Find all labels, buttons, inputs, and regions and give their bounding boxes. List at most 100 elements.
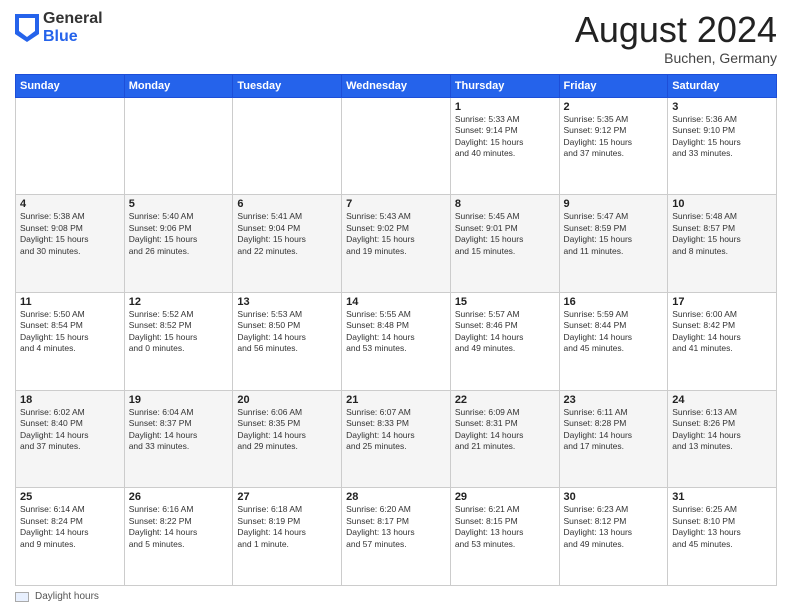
logo-icon [15, 14, 39, 42]
day-number: 5 [129, 198, 229, 210]
day-number: 3 [672, 101, 772, 113]
day-info: Sunrise: 6:04 AM Sunset: 8:37 PM Dayligh… [129, 407, 229, 453]
day-number: 8 [455, 198, 555, 210]
month-title: August 2024 [575, 10, 777, 50]
calendar-cell: 16Sunrise: 5:59 AM Sunset: 8:44 PM Dayli… [559, 292, 668, 390]
day-info: Sunrise: 6:14 AM Sunset: 8:24 PM Dayligh… [20, 504, 120, 550]
calendar-cell [124, 97, 233, 195]
calendar-cell: 18Sunrise: 6:02 AM Sunset: 8:40 PM Dayli… [16, 390, 125, 488]
day-number: 24 [672, 394, 772, 406]
day-info: Sunrise: 5:33 AM Sunset: 9:14 PM Dayligh… [455, 114, 555, 160]
day-info: Sunrise: 5:55 AM Sunset: 8:48 PM Dayligh… [346, 309, 446, 355]
page: General Blue August 2024 Buchen, Germany… [0, 0, 792, 612]
title-block: August 2024 Buchen, Germany [575, 10, 777, 66]
calendar-week-row: 18Sunrise: 6:02 AM Sunset: 8:40 PM Dayli… [16, 390, 777, 488]
calendar-cell: 22Sunrise: 6:09 AM Sunset: 8:31 PM Dayli… [450, 390, 559, 488]
day-info: Sunrise: 5:52 AM Sunset: 8:52 PM Dayligh… [129, 309, 229, 355]
calendar-week-row: 4Sunrise: 5:38 AM Sunset: 9:08 PM Daylig… [16, 195, 777, 293]
day-info: Sunrise: 6:21 AM Sunset: 8:15 PM Dayligh… [455, 504, 555, 550]
calendar-cell: 12Sunrise: 5:52 AM Sunset: 8:52 PM Dayli… [124, 292, 233, 390]
day-number: 11 [20, 296, 120, 308]
calendar-cell: 5Sunrise: 5:40 AM Sunset: 9:06 PM Daylig… [124, 195, 233, 293]
calendar-cell: 21Sunrise: 6:07 AM Sunset: 8:33 PM Dayli… [342, 390, 451, 488]
day-info: Sunrise: 5:48 AM Sunset: 8:57 PM Dayligh… [672, 211, 772, 257]
day-info: Sunrise: 5:38 AM Sunset: 9:08 PM Dayligh… [20, 211, 120, 257]
day-info: Sunrise: 6:11 AM Sunset: 8:28 PM Dayligh… [564, 407, 664, 453]
day-number: 18 [20, 394, 120, 406]
location: Buchen, Germany [575, 50, 777, 66]
calendar-cell: 3Sunrise: 5:36 AM Sunset: 9:10 PM Daylig… [668, 97, 777, 195]
calendar-header-saturday: Saturday [668, 74, 777, 97]
calendar-cell: 19Sunrise: 6:04 AM Sunset: 8:37 PM Dayli… [124, 390, 233, 488]
calendar-cell: 17Sunrise: 6:00 AM Sunset: 8:42 PM Dayli… [668, 292, 777, 390]
day-number: 6 [237, 198, 337, 210]
day-info: Sunrise: 5:47 AM Sunset: 8:59 PM Dayligh… [564, 211, 664, 257]
day-number: 14 [346, 296, 446, 308]
calendar-cell: 24Sunrise: 6:13 AM Sunset: 8:26 PM Dayli… [668, 390, 777, 488]
calendar-cell: 13Sunrise: 5:53 AM Sunset: 8:50 PM Dayli… [233, 292, 342, 390]
day-number: 31 [672, 491, 772, 503]
day-info: Sunrise: 6:23 AM Sunset: 8:12 PM Dayligh… [564, 504, 664, 550]
day-info: Sunrise: 5:40 AM Sunset: 9:06 PM Dayligh… [129, 211, 229, 257]
calendar-cell [342, 97, 451, 195]
calendar-cell: 30Sunrise: 6:23 AM Sunset: 8:12 PM Dayli… [559, 488, 668, 586]
header: General Blue August 2024 Buchen, Germany [15, 10, 777, 66]
calendar-cell: 29Sunrise: 6:21 AM Sunset: 8:15 PM Dayli… [450, 488, 559, 586]
calendar-week-row: 1Sunrise: 5:33 AM Sunset: 9:14 PM Daylig… [16, 97, 777, 195]
calendar-header-row: SundayMondayTuesdayWednesdayThursdayFrid… [16, 74, 777, 97]
day-number: 15 [455, 296, 555, 308]
day-number: 1 [455, 101, 555, 113]
calendar-cell: 2Sunrise: 5:35 AM Sunset: 9:12 PM Daylig… [559, 97, 668, 195]
day-number: 4 [20, 198, 120, 210]
calendar-cell: 8Sunrise: 5:45 AM Sunset: 9:01 PM Daylig… [450, 195, 559, 293]
day-info: Sunrise: 6:06 AM Sunset: 8:35 PM Dayligh… [237, 407, 337, 453]
logo: General Blue [15, 10, 103, 45]
calendar-header-monday: Monday [124, 74, 233, 97]
day-number: 9 [564, 198, 664, 210]
daylight-label: Daylight hours [35, 591, 99, 602]
day-number: 12 [129, 296, 229, 308]
calendar-cell: 25Sunrise: 6:14 AM Sunset: 8:24 PM Dayli… [16, 488, 125, 586]
calendar-cell: 4Sunrise: 5:38 AM Sunset: 9:08 PM Daylig… [16, 195, 125, 293]
calendar-cell: 28Sunrise: 6:20 AM Sunset: 8:17 PM Dayli… [342, 488, 451, 586]
day-number: 29 [455, 491, 555, 503]
day-number: 28 [346, 491, 446, 503]
calendar-cell: 20Sunrise: 6:06 AM Sunset: 8:35 PM Dayli… [233, 390, 342, 488]
day-number: 16 [564, 296, 664, 308]
day-info: Sunrise: 5:41 AM Sunset: 9:04 PM Dayligh… [237, 211, 337, 257]
day-number: 23 [564, 394, 664, 406]
calendar-cell: 7Sunrise: 5:43 AM Sunset: 9:02 PM Daylig… [342, 195, 451, 293]
calendar-header-wednesday: Wednesday [342, 74, 451, 97]
day-info: Sunrise: 5:59 AM Sunset: 8:44 PM Dayligh… [564, 309, 664, 355]
calendar-table: SundayMondayTuesdayWednesdayThursdayFrid… [15, 74, 777, 586]
footer: Daylight hours [15, 591, 777, 602]
day-info: Sunrise: 5:57 AM Sunset: 8:46 PM Dayligh… [455, 309, 555, 355]
day-info: Sunrise: 6:13 AM Sunset: 8:26 PM Dayligh… [672, 407, 772, 453]
calendar-cell: 31Sunrise: 6:25 AM Sunset: 8:10 PM Dayli… [668, 488, 777, 586]
calendar-cell [233, 97, 342, 195]
logo-blue-text: Blue [43, 28, 103, 46]
day-number: 30 [564, 491, 664, 503]
calendar-week-row: 11Sunrise: 5:50 AM Sunset: 8:54 PM Dayli… [16, 292, 777, 390]
calendar-cell: 14Sunrise: 5:55 AM Sunset: 8:48 PM Dayli… [342, 292, 451, 390]
calendar-cell: 27Sunrise: 6:18 AM Sunset: 8:19 PM Dayli… [233, 488, 342, 586]
day-info: Sunrise: 5:45 AM Sunset: 9:01 PM Dayligh… [455, 211, 555, 257]
day-info: Sunrise: 6:20 AM Sunset: 8:17 PM Dayligh… [346, 504, 446, 550]
calendar-cell: 11Sunrise: 5:50 AM Sunset: 8:54 PM Dayli… [16, 292, 125, 390]
day-info: Sunrise: 6:00 AM Sunset: 8:42 PM Dayligh… [672, 309, 772, 355]
day-number: 19 [129, 394, 229, 406]
day-number: 21 [346, 394, 446, 406]
day-info: Sunrise: 6:18 AM Sunset: 8:19 PM Dayligh… [237, 504, 337, 550]
day-info: Sunrise: 5:35 AM Sunset: 9:12 PM Dayligh… [564, 114, 664, 160]
calendar-header-tuesday: Tuesday [233, 74, 342, 97]
calendar-cell: 1Sunrise: 5:33 AM Sunset: 9:14 PM Daylig… [450, 97, 559, 195]
daylight-box [15, 592, 29, 602]
day-number: 25 [20, 491, 120, 503]
calendar-header-sunday: Sunday [16, 74, 125, 97]
calendar-cell: 26Sunrise: 6:16 AM Sunset: 8:22 PM Dayli… [124, 488, 233, 586]
day-info: Sunrise: 5:43 AM Sunset: 9:02 PM Dayligh… [346, 211, 446, 257]
calendar-cell: 23Sunrise: 6:11 AM Sunset: 8:28 PM Dayli… [559, 390, 668, 488]
logo-general-text: General [43, 10, 103, 28]
calendar-header-friday: Friday [559, 74, 668, 97]
day-number: 27 [237, 491, 337, 503]
